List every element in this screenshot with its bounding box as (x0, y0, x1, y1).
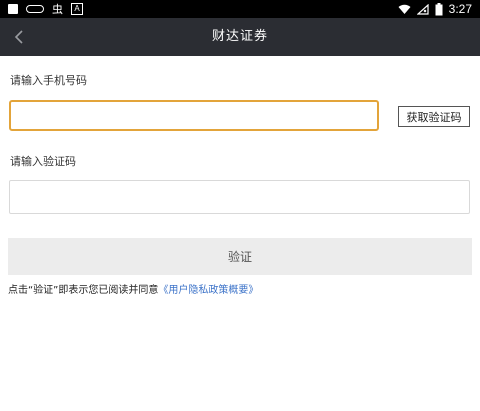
code-input[interactable] (9, 180, 470, 214)
signal-x-icon (416, 3, 429, 15)
privacy-policy-link[interactable]: 《用户隐私政策概要》 (158, 285, 258, 296)
agreement-text: 点击“验证”即表示您已阅读并同意《用户隐私政策概要》 (8, 281, 258, 296)
phone-input[interactable] (9, 100, 379, 131)
notification-square-icon (8, 4, 18, 14)
status-left: 虫 A (8, 2, 83, 16)
get-code-button[interactable]: 获取验证码 (398, 106, 470, 127)
agreement-prefix: 点击“验证”即表示您已阅读并同意 (8, 285, 159, 296)
a-box-icon: A (71, 3, 83, 15)
wifi-icon (398, 4, 411, 14)
bug-icon: 虫 (52, 4, 63, 16)
battery-icon (435, 2, 443, 15)
code-label: 请输入验证码 (10, 155, 76, 168)
page-title: 财达证券 (211, 29, 268, 44)
pill-icon (26, 5, 44, 13)
status-time: 3:27 (448, 2, 472, 16)
phone-label: 请输入手机号码 (10, 74, 87, 87)
status-bar: 虫 A 3:27 (0, 0, 480, 18)
verify-button[interactable]: 验证 (8, 238, 472, 275)
title-bar: 财达证券 (0, 18, 480, 56)
status-right: 3:27 (398, 1, 472, 17)
